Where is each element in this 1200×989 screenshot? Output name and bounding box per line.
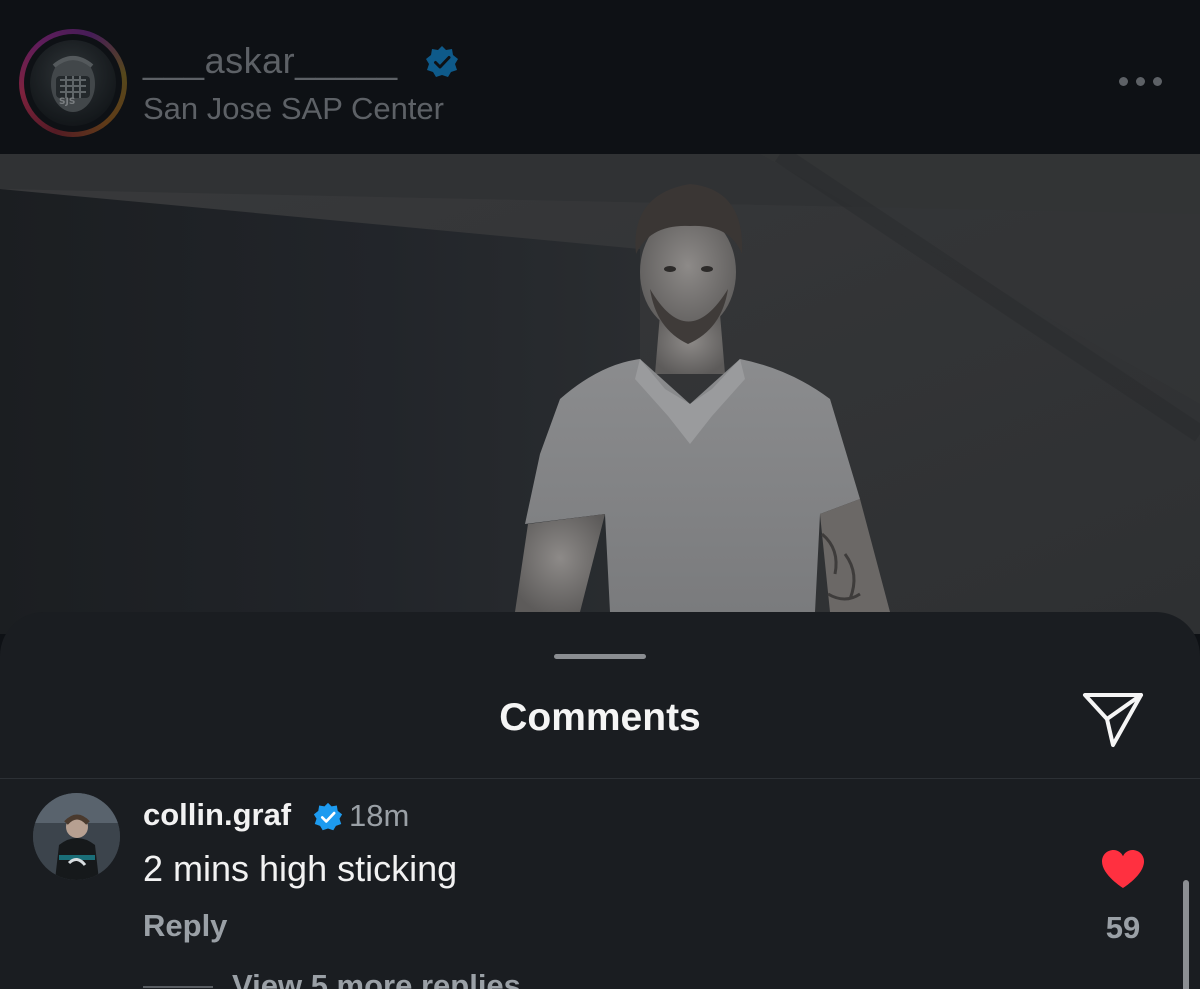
- post-location[interactable]: San Jose SAP Center: [143, 91, 444, 127]
- more-horizontal-icon: [1118, 76, 1128, 86]
- verified-badge-icon: [426, 46, 458, 77]
- post-photo[interactable]: [0, 154, 1200, 634]
- comment-timestamp: 18m: [349, 798, 410, 833]
- verified-badge-icon: [313, 802, 343, 831]
- replies-connector-line: [143, 986, 213, 988]
- more-options-button[interactable]: [1112, 66, 1168, 96]
- sheet-title: Comments: [499, 696, 701, 739]
- profile-avatar-story-ring[interactable]: SJS: [19, 29, 127, 137]
- comment-username[interactable]: collin.graf: [143, 797, 291, 833]
- instagram-post-screen: SJS ___askar_____ San Jose SAP Center Co…: [0, 0, 1200, 989]
- post-username[interactable]: ___askar_____: [143, 40, 398, 82]
- comment-text: 2 mins high sticking: [143, 848, 458, 889]
- like-count: 59: [1105, 910, 1141, 945]
- divider: [0, 778, 1200, 779]
- scrollbar[interactable]: [1183, 880, 1189, 989]
- comment-avatar[interactable]: [33, 793, 120, 880]
- reply-button[interactable]: Reply: [143, 908, 227, 944]
- heart-filled-icon[interactable]: [1100, 848, 1146, 890]
- view-more-replies-button[interactable]: View 5 more replies: [232, 968, 521, 989]
- send-icon[interactable]: [1080, 688, 1146, 750]
- post-header: SJS ___askar_____ San Jose SAP Center: [0, 0, 1200, 154]
- sheet-grabber-handle[interactable]: [554, 654, 646, 659]
- avatar: SJS: [30, 40, 116, 126]
- svg-text:SJS: SJS: [59, 97, 75, 107]
- comments-sheet: Comments collin.graf 18m 2 mins high sti…: [0, 612, 1200, 989]
